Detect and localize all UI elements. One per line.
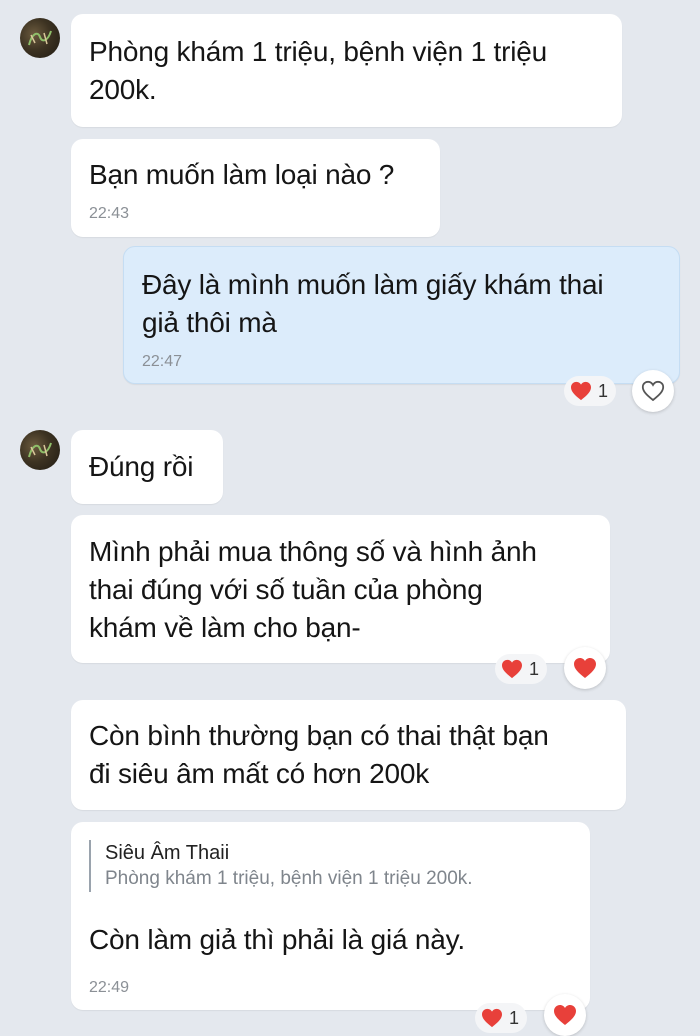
react-button[interactable] bbox=[564, 647, 606, 689]
reaction-count: 1 bbox=[598, 380, 609, 401]
message-text: Đây là mình muốn làm giấy khám thai giả … bbox=[142, 269, 604, 338]
react-button[interactable] bbox=[632, 370, 674, 412]
message-bubble-received[interactable]: Siêu Âm Thaii Phòng khám 1 triệu, bệnh v… bbox=[71, 822, 590, 1010]
message-bubble-received[interactable]: Đúng rồi bbox=[71, 430, 223, 504]
heart-filled-icon bbox=[574, 658, 596, 678]
react-button[interactable] bbox=[544, 994, 586, 1036]
message-text: Đúng rồi bbox=[89, 451, 194, 482]
avatar-logo-icon bbox=[28, 442, 52, 458]
quoted-sender-name: Siêu Âm Thaii bbox=[105, 842, 230, 864]
heart-outline-icon bbox=[641, 380, 665, 402]
message-timestamp: 22:49 bbox=[89, 979, 130, 996]
message-timestamp: 22:43 bbox=[89, 205, 130, 222]
message-bubble-received[interactable]: Mình phải mua thông số và hình ảnh thai … bbox=[71, 515, 610, 663]
message-text: Còn làm giả thì phải là giá này. bbox=[89, 924, 465, 955]
message-text: Phòng khám 1 triệu, bệnh viện 1 triệu 20… bbox=[89, 36, 548, 105]
reaction-badge[interactable]: 1 bbox=[564, 376, 617, 406]
contact-avatar[interactable] bbox=[20, 18, 60, 58]
contact-avatar[interactable] bbox=[20, 430, 60, 470]
reaction-badge[interactable]: 1 bbox=[495, 654, 548, 684]
chat-conversation: Phòng khám 1 triệu, bệnh viện 1 triệu 20… bbox=[0, 0, 700, 1036]
heart-icon bbox=[482, 1008, 502, 1028]
message-bubble-received[interactable]: Phòng khám 1 triệu, bệnh viện 1 triệu 20… bbox=[71, 14, 622, 127]
reaction-count: 1 bbox=[509, 1007, 520, 1028]
avatar-logo-icon bbox=[28, 30, 52, 46]
message-timestamp: 22:47 bbox=[142, 353, 183, 370]
heart-icon bbox=[502, 659, 522, 679]
message-text: Mình phải mua thông số và hình ảnh thai … bbox=[89, 536, 537, 643]
quoted-reply[interactable]: Siêu Âm Thaii Phòng khám 1 triệu, bệnh v… bbox=[89, 840, 473, 892]
reaction-count: 1 bbox=[529, 658, 540, 679]
reaction-badge[interactable]: 1 bbox=[475, 1003, 528, 1033]
message-bubble-received[interactable]: Còn bình thường bạn có thai thật bạn đi … bbox=[71, 700, 626, 810]
message-bubble-sent[interactable]: Đây là mình muốn làm giấy khám thai giả … bbox=[123, 246, 680, 384]
message-text: Bạn muốn làm loại nào ? bbox=[89, 159, 395, 190]
heart-filled-icon bbox=[554, 1005, 576, 1025]
heart-icon bbox=[571, 381, 591, 401]
message-bubble-received[interactable]: Bạn muốn làm loại nào ? 22:43 bbox=[71, 139, 440, 237]
quoted-message-text: Phòng khám 1 triệu, bệnh viện 1 triệu 20… bbox=[105, 868, 473, 889]
message-text: Còn bình thường bạn có thai thật bạn đi … bbox=[89, 720, 549, 789]
